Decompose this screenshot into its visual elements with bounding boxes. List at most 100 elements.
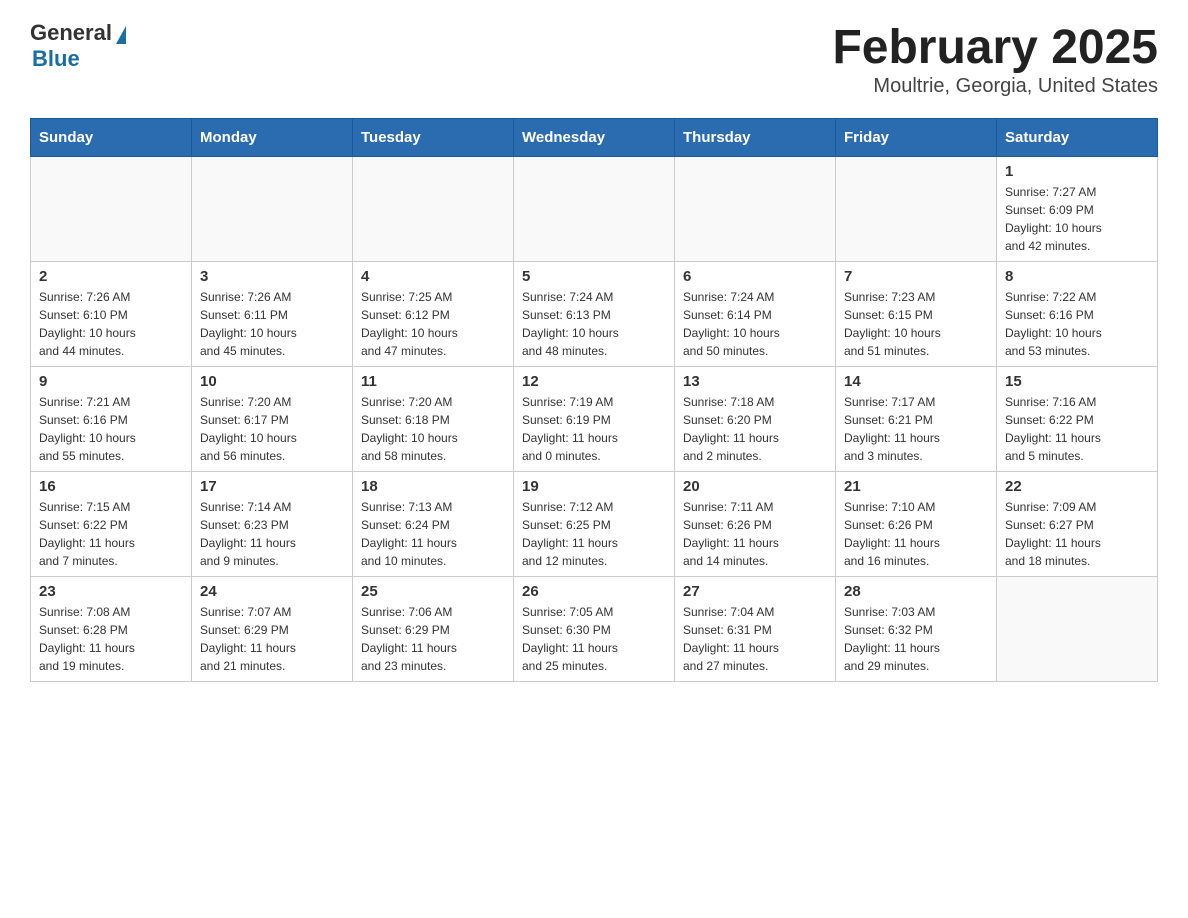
day-info: Sunrise: 7:17 AM Sunset: 6:21 PM Dayligh… [844,393,988,465]
day-number: 23 [39,583,183,600]
day-info: Sunrise: 7:09 AM Sunset: 6:27 PM Dayligh… [1005,498,1149,570]
calendar-cell [997,577,1158,682]
day-number: 28 [844,583,988,600]
day-info: Sunrise: 7:11 AM Sunset: 6:26 PM Dayligh… [683,498,827,570]
calendar-cell: 6 Sunrise: 7:24 AM Sunset: 6:14 PM Daylig… [675,262,836,367]
calendar-cell: 26 Sunrise: 7:05 AM Sunset: 6:30 PM Dayli… [514,577,675,682]
day-info: Sunrise: 7:26 AM Sunset: 6:11 PM Dayligh… [200,288,344,360]
column-header-wednesday: Wednesday [514,119,675,157]
calendar-cell: 25 Sunrise: 7:06 AM Sunset: 6:29 PM Dayli… [353,577,514,682]
calendar-table: SundayMondayTuesdayWednesdayThursdayFrid… [30,118,1158,682]
column-header-saturday: Saturday [997,119,1158,157]
calendar-cell: 3 Sunrise: 7:26 AM Sunset: 6:11 PM Daylig… [192,262,353,367]
calendar-cell: 4 Sunrise: 7:25 AM Sunset: 6:12 PM Daylig… [353,262,514,367]
day-number: 14 [844,373,988,390]
calendar-title: February 2025 [832,20,1158,75]
calendar-cell: 8 Sunrise: 7:22 AM Sunset: 6:16 PM Daylig… [997,262,1158,367]
day-number: 19 [522,478,666,495]
column-header-sunday: Sunday [31,119,192,157]
day-number: 12 [522,373,666,390]
logo-triangle-icon [116,26,126,44]
page-header: General Blue February 2025 Moultrie, Geo… [30,20,1158,98]
calendar-cell: 24 Sunrise: 7:07 AM Sunset: 6:29 PM Dayli… [192,577,353,682]
day-number: 13 [683,373,827,390]
day-number: 21 [844,478,988,495]
calendar-cell: 22 Sunrise: 7:09 AM Sunset: 6:27 PM Dayli… [997,472,1158,577]
title-block: February 2025 Moultrie, Georgia, United … [832,20,1158,98]
calendar-cell: 28 Sunrise: 7:03 AM Sunset: 6:32 PM Dayli… [836,577,997,682]
day-number: 26 [522,583,666,600]
calendar-cell [514,157,675,262]
day-number: 4 [361,268,505,285]
day-info: Sunrise: 7:08 AM Sunset: 6:28 PM Dayligh… [39,603,183,675]
logo-general-text: General [30,20,112,46]
day-info: Sunrise: 7:18 AM Sunset: 6:20 PM Dayligh… [683,393,827,465]
calendar-week-2: 2 Sunrise: 7:26 AM Sunset: 6:10 PM Daylig… [31,262,1158,367]
logo-blue-text: Blue [32,46,80,72]
day-info: Sunrise: 7:21 AM Sunset: 6:16 PM Dayligh… [39,393,183,465]
day-info: Sunrise: 7:25 AM Sunset: 6:12 PM Dayligh… [361,288,505,360]
calendar-cell: 16 Sunrise: 7:15 AM Sunset: 6:22 PM Dayli… [31,472,192,577]
day-info: Sunrise: 7:20 AM Sunset: 6:17 PM Dayligh… [200,393,344,465]
day-info: Sunrise: 7:15 AM Sunset: 6:22 PM Dayligh… [39,498,183,570]
day-info: Sunrise: 7:24 AM Sunset: 6:14 PM Dayligh… [683,288,827,360]
calendar-cell: 14 Sunrise: 7:17 AM Sunset: 6:21 PM Dayli… [836,367,997,472]
day-info: Sunrise: 7:07 AM Sunset: 6:29 PM Dayligh… [200,603,344,675]
calendar-cell [836,157,997,262]
day-number: 24 [200,583,344,600]
day-info: Sunrise: 7:06 AM Sunset: 6:29 PM Dayligh… [361,603,505,675]
day-number: 5 [522,268,666,285]
calendar-cell [31,157,192,262]
day-number: 10 [200,373,344,390]
logo: General Blue [30,20,126,72]
day-number: 7 [844,268,988,285]
day-info: Sunrise: 7:13 AM Sunset: 6:24 PM Dayligh… [361,498,505,570]
calendar-cell: 18Sunrise: 7:13 AM Sunset: 6:24 PM Dayli… [353,472,514,577]
calendar-cell: 5 Sunrise: 7:24 AM Sunset: 6:13 PM Daylig… [514,262,675,367]
calendar-cell: 15Sunrise: 7:16 AM Sunset: 6:22 PM Dayli… [997,367,1158,472]
calendar-cell: 11Sunrise: 7:20 AM Sunset: 6:18 PM Dayli… [353,367,514,472]
day-info: Sunrise: 7:05 AM Sunset: 6:30 PM Dayligh… [522,603,666,675]
day-number: 25 [361,583,505,600]
day-number: 22 [1005,478,1149,495]
day-info: Sunrise: 7:04 AM Sunset: 6:31 PM Dayligh… [683,603,827,675]
calendar-cell [192,157,353,262]
day-info: Sunrise: 7:10 AM Sunset: 6:26 PM Dayligh… [844,498,988,570]
calendar-cell: 1 Sunrise: 7:27 AM Sunset: 6:09 PM Daylig… [997,157,1158,262]
day-number: 16 [39,478,183,495]
day-number: 15 [1005,373,1149,390]
column-header-monday: Monday [192,119,353,157]
day-info: Sunrise: 7:23 AM Sunset: 6:15 PM Dayligh… [844,288,988,360]
calendar-week-1: 1 Sunrise: 7:27 AM Sunset: 6:09 PM Daylig… [31,157,1158,262]
calendar-cell: 13 Sunrise: 7:18 AM Sunset: 6:20 PM Dayli… [675,367,836,472]
calendar-week-4: 16 Sunrise: 7:15 AM Sunset: 6:22 PM Dayli… [31,472,1158,577]
calendar-week-3: 9 Sunrise: 7:21 AM Sunset: 6:16 PM Daylig… [31,367,1158,472]
calendar-cell [353,157,514,262]
day-info: Sunrise: 7:24 AM Sunset: 6:13 PM Dayligh… [522,288,666,360]
day-info: Sunrise: 7:26 AM Sunset: 6:10 PM Dayligh… [39,288,183,360]
day-info: Sunrise: 7:03 AM Sunset: 6:32 PM Dayligh… [844,603,988,675]
day-info: Sunrise: 7:19 AM Sunset: 6:19 PM Dayligh… [522,393,666,465]
day-number: 8 [1005,268,1149,285]
calendar-cell: 12 Sunrise: 7:19 AM Sunset: 6:19 PM Dayli… [514,367,675,472]
column-header-tuesday: Tuesday [353,119,514,157]
calendar-cell [675,157,836,262]
day-number: 20 [683,478,827,495]
calendar-cell: 7 Sunrise: 7:23 AM Sunset: 6:15 PM Daylig… [836,262,997,367]
calendar-cell: 9 Sunrise: 7:21 AM Sunset: 6:16 PM Daylig… [31,367,192,472]
calendar-subtitle: Moultrie, Georgia, United States [832,75,1158,98]
day-number: 1 [1005,163,1149,180]
calendar-cell: 2 Sunrise: 7:26 AM Sunset: 6:10 PM Daylig… [31,262,192,367]
day-number: 9 [39,373,183,390]
day-number: 6 [683,268,827,285]
day-number: 3 [200,268,344,285]
day-number: 2 [39,268,183,285]
day-number: 17 [200,478,344,495]
day-info: Sunrise: 7:20 AM Sunset: 6:18 PM Dayligh… [361,393,505,465]
day-info: Sunrise: 7:22 AM Sunset: 6:16 PM Dayligh… [1005,288,1149,360]
calendar-cell: 19Sunrise: 7:12 AM Sunset: 6:25 PM Dayli… [514,472,675,577]
calendar-cell: 10 Sunrise: 7:20 AM Sunset: 6:17 PM Dayli… [192,367,353,472]
day-info: Sunrise: 7:27 AM Sunset: 6:09 PM Dayligh… [1005,183,1149,255]
day-info: Sunrise: 7:14 AM Sunset: 6:23 PM Dayligh… [200,498,344,570]
column-header-thursday: Thursday [675,119,836,157]
